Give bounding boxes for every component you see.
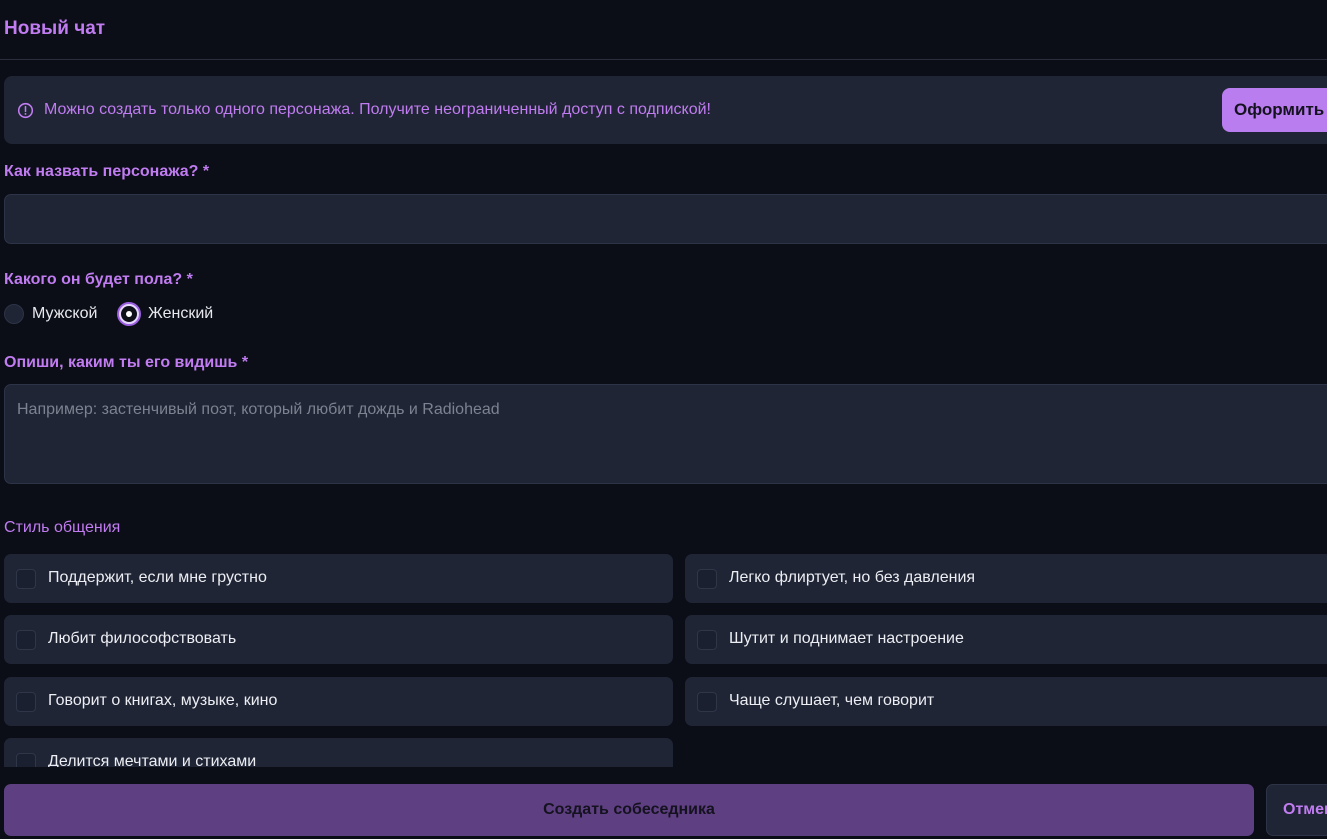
style-option[interactable]: Чаще слушает, чем говорит xyxy=(685,677,1327,726)
style-option[interactable]: Поддержит, если мне грустно xyxy=(4,554,673,603)
gender-label: Какого он будет пола? * xyxy=(4,271,193,288)
description-label: Опиши, каким ты его видишь * xyxy=(4,354,249,371)
style-options-grid: Поддержит, если мне грустно Легко флирту… xyxy=(4,554,1327,767)
style-option-label: Шутит и поднимает настроение xyxy=(729,630,964,647)
style-option[interactable]: Любит философствовать xyxy=(4,615,673,664)
banner-message: Можно создать только одного персонажа. П… xyxy=(44,101,711,118)
header-divider xyxy=(0,59,1327,60)
style-option-label: Говорит о книгах, музыке, кино xyxy=(48,692,278,709)
character-name-input[interactable] xyxy=(4,194,1327,244)
new-chat-page: Новый чат Можно создать только одного пе… xyxy=(0,0,1327,839)
style-option[interactable]: Делится мечтами и стихами xyxy=(4,738,673,767)
gender-label-male[interactable]: Мужской xyxy=(32,305,97,323)
info-circle-icon xyxy=(17,102,34,119)
checkbox[interactable] xyxy=(697,569,717,589)
subscription-banner: Можно создать только одного персонажа. П… xyxy=(4,76,1327,144)
style-label: Стиль общения xyxy=(4,519,121,536)
cancel-button[interactable]: Отмена xyxy=(1266,784,1327,836)
style-option-label: Делится мечтами и стихами xyxy=(48,753,257,767)
style-option[interactable]: Легко флиртует, но без давления xyxy=(685,554,1327,603)
checkbox[interactable] xyxy=(16,692,36,712)
style-option[interactable]: Шутит и поднимает настроение xyxy=(685,615,1327,664)
style-option-label: Чаще слушает, чем говорит xyxy=(729,692,935,709)
name-label: Как назвать персонажа? * xyxy=(4,163,210,180)
checkbox[interactable] xyxy=(16,630,36,650)
style-option-label: Любит философствовать xyxy=(48,630,237,647)
character-description-input[interactable] xyxy=(4,384,1327,484)
page-title: Новый чат xyxy=(4,18,106,39)
checkbox[interactable] xyxy=(16,569,36,589)
checkbox[interactable] xyxy=(697,630,717,650)
checkbox[interactable] xyxy=(697,692,717,712)
create-companion-button[interactable]: Создать собеседника xyxy=(4,784,1254,836)
style-option-label: Поддержит, если мне грустно xyxy=(48,569,267,586)
subscribe-button[interactable]: Оформить xyxy=(1222,88,1327,132)
gender-radio-male[interactable] xyxy=(4,304,24,324)
gender-radio-female[interactable] xyxy=(119,304,139,324)
gender-label-female[interactable]: Женский xyxy=(148,305,213,323)
style-option-label: Легко флиртует, но без давления xyxy=(729,569,976,586)
style-option[interactable]: Говорит о книгах, музыке, кино xyxy=(4,677,673,726)
checkbox[interactable] xyxy=(16,753,36,767)
